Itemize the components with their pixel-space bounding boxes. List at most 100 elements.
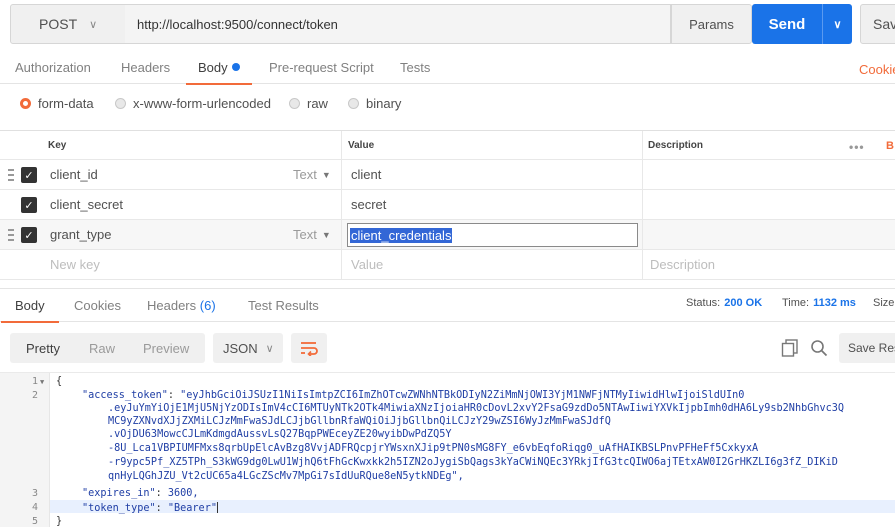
- language-select[interactable]: JSON ∨: [213, 333, 283, 363]
- param-key[interactable]: client_id: [50, 160, 98, 189]
- radio-unselected-icon: [289, 98, 300, 109]
- column-divider: [341, 131, 342, 159]
- tab-test-results[interactable]: Test Results: [248, 298, 319, 313]
- tab-body[interactable]: Body: [186, 60, 252, 85]
- new-value-input[interactable]: Value: [351, 250, 383, 279]
- column-divider: [642, 160, 643, 189]
- tab-response-body[interactable]: Body: [1, 298, 59, 323]
- column-divider: [642, 220, 643, 249]
- json-key: "token_type": [82, 503, 156, 514]
- column-divider: [642, 190, 643, 219]
- send-button[interactable]: Send ∨: [752, 4, 852, 44]
- time-readout: Time: 1132 ms: [782, 297, 856, 309]
- line-number: 5: [31, 516, 38, 527]
- column-divider: [341, 160, 342, 189]
- code-line: "expires_in": 3600,: [82, 488, 199, 499]
- param-value[interactable]: secret: [351, 190, 386, 219]
- format-raw[interactable]: Raw: [89, 333, 115, 363]
- column-header-description: Description: [648, 139, 704, 151]
- param-value[interactable]: client: [351, 160, 381, 189]
- tab-label: Headers: [147, 298, 197, 313]
- params-button[interactable]: Params: [671, 4, 752, 44]
- column-divider: [341, 250, 342, 279]
- save-button[interactable]: Sav: [860, 4, 895, 44]
- format-toggle-group: Pretty Raw Preview: [10, 333, 205, 363]
- code-line: }: [56, 516, 63, 527]
- table-row: ✓ grant_type Text ▼ client_credentials: [0, 220, 895, 250]
- json-string: "Bearer": [167, 503, 217, 514]
- modified-dot-icon: [231, 63, 240, 71]
- save-response-button[interactable]: Save Res: [839, 333, 895, 363]
- tab-pre-request-script[interactable]: Pre-request Script: [269, 60, 374, 75]
- new-description-input[interactable]: Description: [650, 250, 715, 279]
- row-checkbox[interactable]: ✓: [21, 227, 37, 243]
- tab-authorization[interactable]: Authorization: [15, 60, 91, 75]
- column-header-key: Key: [48, 139, 67, 151]
- save-response-label: Save Res: [848, 341, 895, 355]
- status-label: Status:: [686, 297, 721, 309]
- wrap-lines-button[interactable]: [291, 333, 327, 363]
- more-options-icon[interactable]: •••: [849, 140, 865, 154]
- column-divider: [341, 220, 342, 249]
- json-string: "eyJhbGciOiJSUzI1NiIsImtpZCI6ImZhOTcwZWN…: [180, 390, 745, 401]
- drag-handle-icon[interactable]: [8, 169, 14, 181]
- send-label: Send: [768, 15, 806, 33]
- radio-label: form-data: [38, 96, 94, 111]
- param-type-select[interactable]: Text ▼: [293, 220, 331, 249]
- table-row: ✓ client_secret secret: [0, 190, 895, 220]
- response-tabs: Body Cookies Headers (6) Test Results St…: [0, 288, 895, 323]
- tab-response-cookies[interactable]: Cookies: [74, 298, 121, 313]
- param-type-label: Text: [293, 227, 317, 242]
- format-pretty[interactable]: Pretty: [26, 333, 60, 363]
- radio-raw[interactable]: raw: [289, 96, 328, 111]
- request-tabs: Authorization Headers Body Pre-request S…: [0, 52, 895, 85]
- send-dropdown-chevron-icon[interactable]: ∨: [822, 4, 852, 44]
- selected-value-text: client_credentials: [350, 227, 453, 243]
- status-value: 200 OK: [724, 297, 763, 309]
- method-select[interactable]: POST ∨: [10, 4, 126, 44]
- new-key-input[interactable]: New key: [50, 250, 100, 279]
- code-line: .eyJuYmYiOjE1MjU5NjYzODIsImV4cCI6MTUyNTk…: [108, 403, 845, 414]
- url-text: http://localhost:9500/connect/token: [137, 16, 338, 32]
- caret-down-icon: ▼: [321, 169, 331, 180]
- param-value-input[interactable]: client_credentials: [347, 223, 638, 247]
- copy-icon[interactable]: [781, 339, 799, 357]
- column-divider: [341, 190, 342, 219]
- table-row: ✓ client_id Text ▼ client: [0, 160, 895, 190]
- json-key: "access_token": [82, 390, 168, 401]
- column-divider: [642, 131, 643, 159]
- tab-headers[interactable]: Headers: [121, 60, 170, 75]
- column-divider: [642, 250, 643, 279]
- status-readout: Status: 200 OK: [686, 297, 762, 309]
- row-checkbox[interactable]: ✓: [21, 197, 37, 213]
- tab-response-headers[interactable]: Headers (6): [147, 298, 216, 313]
- drag-handle-icon[interactable]: [8, 229, 14, 241]
- url-input[interactable]: http://localhost:9500/connect/token: [125, 4, 671, 44]
- format-preview[interactable]: Preview: [143, 333, 189, 363]
- time-label: Time:: [782, 297, 810, 309]
- row-checkbox[interactable]: ✓: [21, 167, 37, 183]
- param-key[interactable]: grant_type: [50, 220, 111, 249]
- tab-tests[interactable]: Tests: [400, 60, 430, 75]
- tab-body-label: Body: [198, 60, 228, 75]
- param-type-select[interactable]: Text ▼: [293, 160, 331, 189]
- params-label: Params: [689, 16, 734, 32]
- fold-arrow-icon[interactable]: ▼: [40, 378, 44, 386]
- response-body-editor[interactable]: 1 ▼ 2 3 4 5 { "access_token": "eyJhbGciO…: [0, 372, 895, 527]
- radio-form-data[interactable]: form-data: [20, 96, 94, 111]
- code-line: MC9yZXNvdXJjZXMiLCJzMmFwaSJdLCJjbGllbnRf…: [108, 416, 611, 427]
- code-line: -r9ypc5Pf_XZ5TPh_S3kWG9dg0LwU1WjhQ6tFhGc…: [108, 457, 838, 468]
- json-number: 3600,: [167, 488, 199, 499]
- cookies-link[interactable]: Cookie: [859, 62, 895, 77]
- radio-binary[interactable]: binary: [348, 96, 401, 111]
- time-value: 1132 ms: [813, 297, 856, 309]
- request-bar: POST ∨ http://localhost:9500/connect/tok…: [10, 4, 895, 44]
- param-key[interactable]: client_secret: [50, 190, 123, 219]
- save-label: Sav: [873, 16, 895, 32]
- method-label: POST: [39, 16, 78, 32]
- line-number: 2: [31, 390, 38, 401]
- radio-x-www-form-urlencoded[interactable]: x-www-form-urlencoded: [115, 96, 271, 111]
- code-line: -8U_Lca1VBPIUMFMxs8qrbUpElcAvBzg8VvjADFR…: [108, 443, 759, 454]
- search-icon[interactable]: [810, 339, 828, 357]
- bulk-edit-link[interactable]: B: [886, 140, 894, 152]
